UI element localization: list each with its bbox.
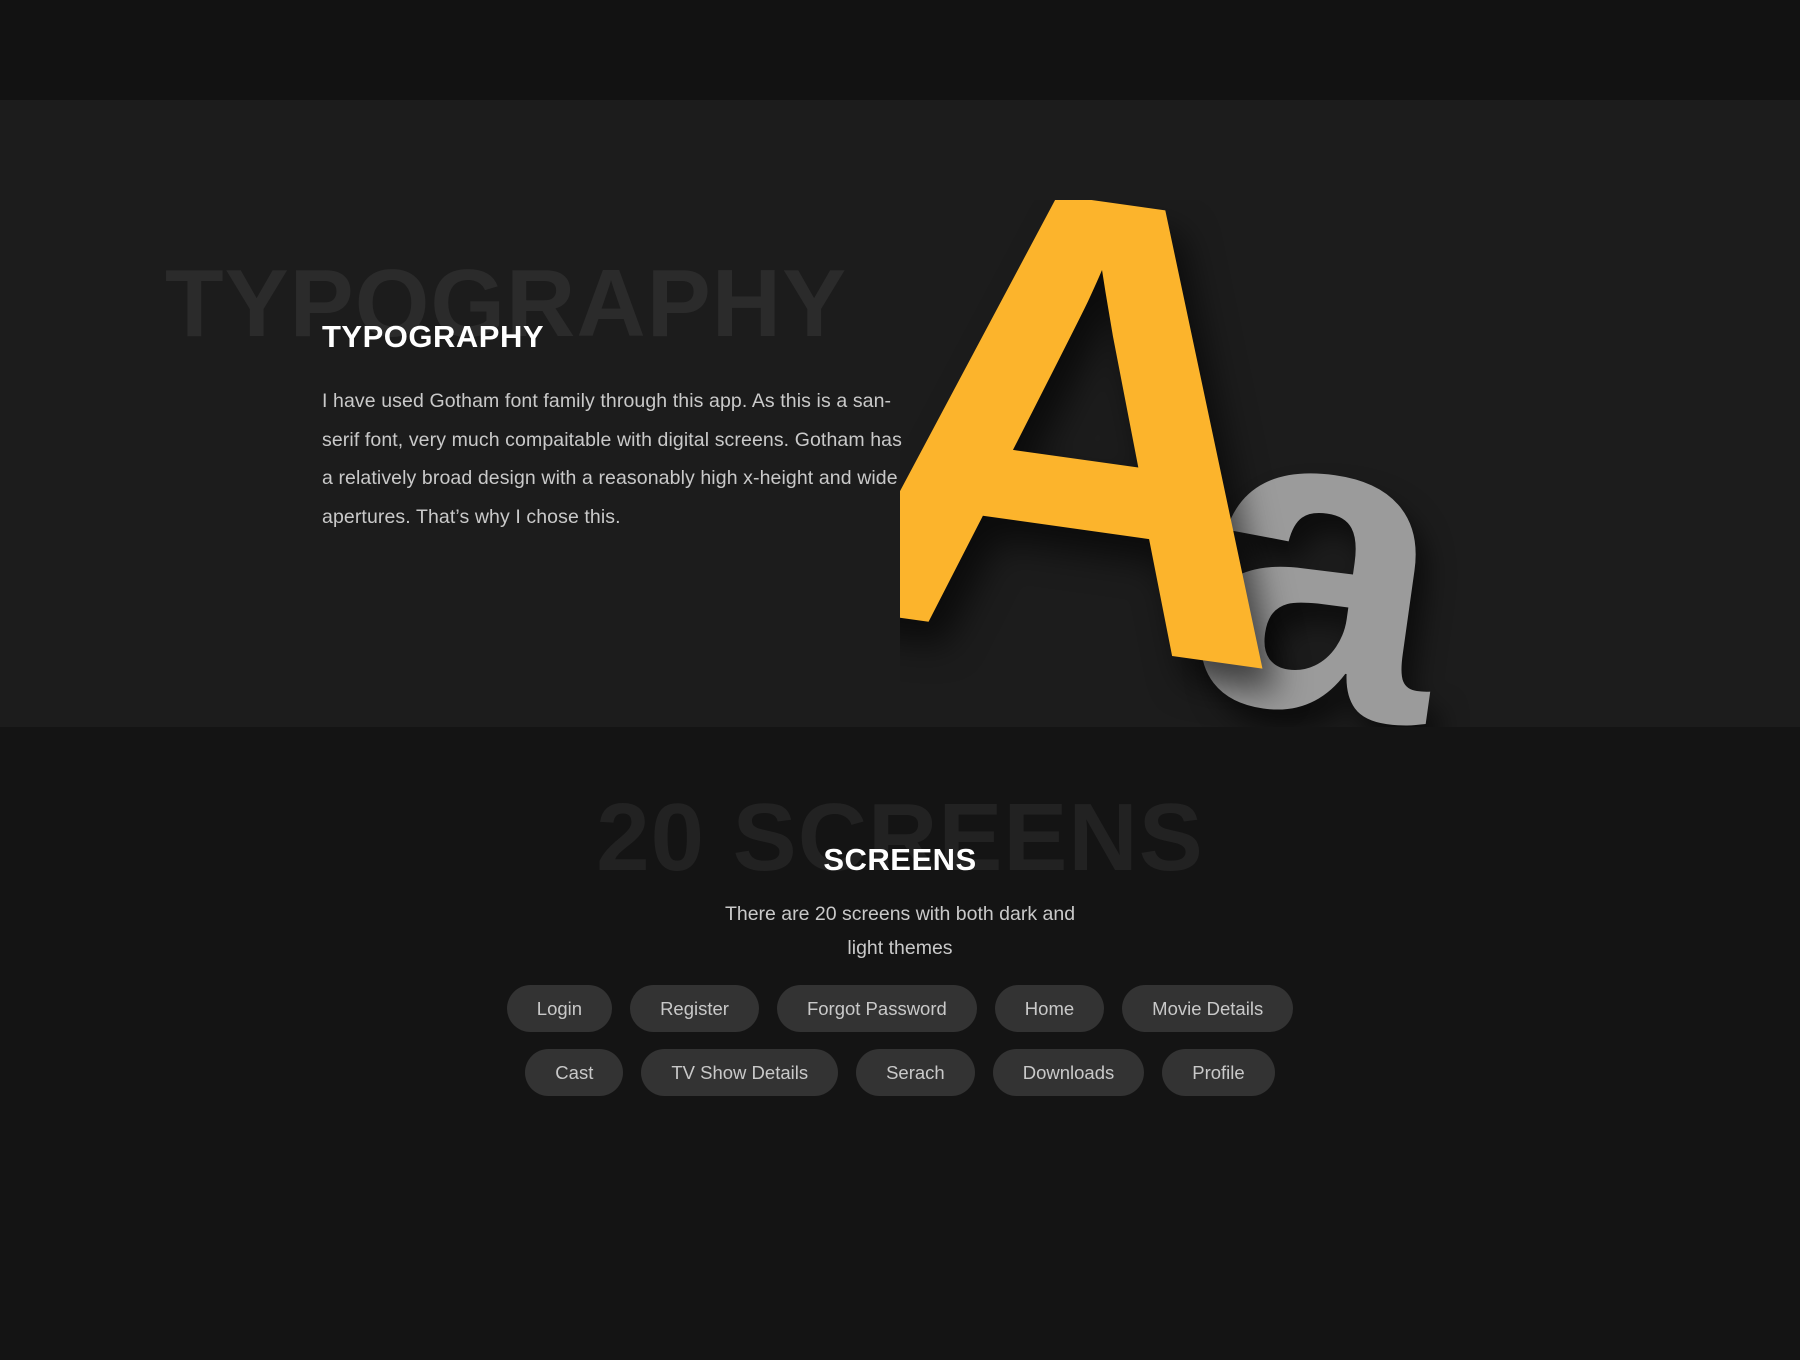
screen-pill-tv-show-details[interactable]: TV Show Details (641, 1049, 839, 1097)
screen-pill-search[interactable]: Serach (856, 1049, 975, 1097)
screen-pill-cast[interactable]: Cast (525, 1049, 624, 1097)
screen-list-row-2: Cast TV Show Details Serach Downloads Pr… (0, 1049, 1800, 1097)
typography-copy-block: TYPOGRAPHY I have used Gotham font famil… (322, 318, 902, 536)
top-bar (0, 0, 1800, 100)
screen-pill-downloads[interactable]: Downloads (992, 1049, 1145, 1097)
typography-heading: TYPOGRAPHY (322, 319, 545, 354)
typeface-specimen-artwork: a A (900, 200, 1800, 727)
screen-list: Login Register Forgot Password Home Movi… (0, 985, 1800, 1113)
screen-pill-forgot-password[interactable]: Forgot Password (776, 985, 977, 1033)
screens-subtitle-line-2: light themes (847, 937, 953, 959)
page-root: TYPOGRAPHY TYPOGRAPHY I have used Gotham… (0, 0, 1800, 1360)
screen-pill-home[interactable]: Home (994, 985, 1105, 1033)
screen-pill-register[interactable]: Register (630, 985, 759, 1033)
typography-section: TYPOGRAPHY TYPOGRAPHY I have used Gotham… (0, 100, 1800, 727)
screens-heading: SCREENS (823, 842, 977, 877)
typography-body-text: I have used Gotham font family through t… (322, 390, 902, 528)
screens-subtitle: There are 20 screens with both dark and … (0, 897, 1800, 965)
screen-pill-login[interactable]: Login (506, 985, 613, 1033)
screens-section: 20 SCREENS SCREENS There are 20 screens … (0, 727, 1800, 1360)
screen-pill-movie-details[interactable]: Movie Details (1122, 985, 1294, 1033)
screen-pill-profile[interactable]: Profile (1162, 1049, 1275, 1097)
screens-subtitle-line-1: There are 20 screens with both dark and (724, 903, 1076, 925)
screen-list-row-1: Login Register Forgot Password Home Movi… (0, 985, 1800, 1033)
